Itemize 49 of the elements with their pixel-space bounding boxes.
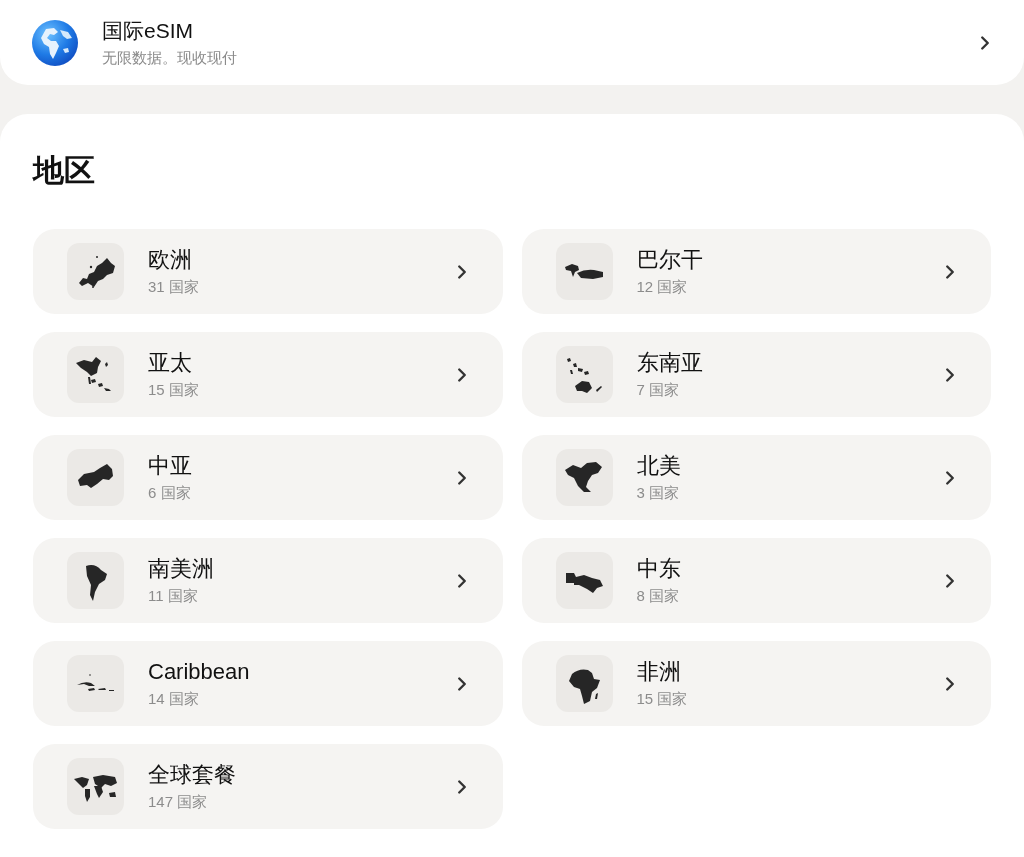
section-heading: 地区 [33,152,95,190]
asia-map-icon [67,346,124,403]
map-silhouette-icon [555,243,613,300]
region-card[interactable]: 中亚 6 国家 [33,435,503,520]
world-map-icon [67,758,124,815]
country-count: 12 国家 [636,277,689,297]
map-silhouette-icon [67,449,124,506]
country-count: 3 国家 [636,483,680,503]
esim-banner[interactable]: 国际eSIM 无限数据。现收现付 [0,0,1024,85]
region-card[interactable]: 北美 3 国家 [521,435,991,520]
africa-map-icon [555,655,613,712]
region-name: 北美 [636,452,682,479]
region-name: 全球套餐 [148,761,237,788]
banner-title: 国际eSIM [102,17,194,44]
north-america-map-icon [555,449,613,506]
south-america-map-icon [67,552,124,609]
region-card[interactable]: 亚太 15 国家 [33,332,503,417]
region-card[interactable]: 欧洲 31 国家 [33,229,503,314]
region-name: 欧洲 [148,246,193,273]
country-count: 31 国家 [148,277,200,297]
europe-map-icon [67,243,124,300]
country-count: 15 国家 [636,689,689,709]
region-card[interactable]: 南美洲 11 国家 [33,538,503,623]
region-card[interactable]: 中东 8 国家 [521,538,991,623]
map-silhouette-icon [555,552,613,609]
country-count: 8 国家 [636,586,680,606]
country-count: 6 国家 [148,483,192,503]
region-name: 中东 [636,555,682,582]
globe-icon [32,19,78,66]
region-name: 非洲 [636,658,682,685]
country-count: 147 国家 [148,792,209,812]
islands-map-icon [67,655,124,712]
region-name: 南美洲 [148,555,215,582]
region-name: Caribbean [148,658,251,685]
region-card[interactable]: 非洲 15 国家 [521,641,991,726]
region-name: 中亚 [148,452,193,479]
banner-subtitle: 无限数据。现收现付 [102,47,238,68]
country-count: 7 国家 [636,380,680,400]
region-name: 巴尔干 [636,246,704,273]
region-card[interactable]: 巴尔干 12 国家 [521,229,991,314]
country-count: 14 国家 [148,689,200,709]
region-card[interactable]: 全球套餐 147 国家 [33,744,503,829]
region-card[interactable]: 东南亚 7 国家 [521,332,991,417]
region-card[interactable]: Caribbean 14 国家 [33,641,503,726]
region-name: 东南亚 [636,349,704,376]
oceania-map-icon [555,346,613,403]
country-count: 11 国家 [148,586,199,606]
region-name: 亚太 [148,349,193,376]
country-count: 15 国家 [148,380,200,400]
